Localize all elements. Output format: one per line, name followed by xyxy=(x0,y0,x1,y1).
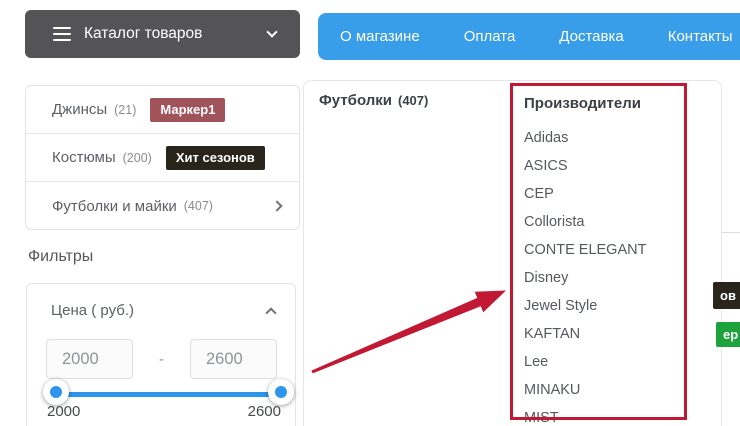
category-row-suits[interactable]: Костюмы (200) Хит сезонов xyxy=(26,134,299,182)
chevron-right-icon xyxy=(271,200,282,211)
season-hit-badge: Хит сезонов xyxy=(166,146,265,170)
price-range-separator: - xyxy=(133,351,190,368)
manufacturers-filter: Производители Adidas ASICS CEP Collorist… xyxy=(524,95,682,426)
slider-min-label: 2000 xyxy=(47,403,80,420)
collapse-chevron-up-icon[interactable] xyxy=(265,307,276,318)
manufacturer-item-minaku[interactable]: MINAKU xyxy=(524,376,682,404)
manufacturer-item-jewel-style[interactable]: Jewel Style xyxy=(524,292,682,320)
category-row-tshirts[interactable]: Футболки и майки (407) xyxy=(26,182,299,230)
slider-max-label: 2600 xyxy=(248,403,281,420)
category-list: Джинсы (21) Маркер1 Костюмы (200) Хит се… xyxy=(25,85,300,230)
cutoff-green-badge: ер xyxy=(716,322,740,347)
manufacturer-item-asics[interactable]: ASICS xyxy=(524,152,682,180)
price-slider-handle-max[interactable] xyxy=(268,379,294,405)
nav-link-about[interactable]: О магазине xyxy=(340,28,420,45)
category-name: Футболки и майки xyxy=(52,198,177,215)
top-navigation: О магазине Оплата Доставка Контакты xyxy=(318,13,740,60)
manufacturers-title: Производители xyxy=(524,95,682,112)
category-name: Костюмы xyxy=(52,149,116,166)
manufacturer-item-kaftan[interactable]: KAFTAN xyxy=(524,320,682,348)
manufacturer-item-mist[interactable]: MIST xyxy=(524,404,682,426)
price-slider-track[interactable] xyxy=(56,392,281,397)
right-section-divider xyxy=(722,232,740,233)
chevron-down-icon xyxy=(266,26,277,37)
hamburger-icon xyxy=(53,27,71,42)
cutoff-dark-badge: ов xyxy=(713,282,740,309)
manufacturer-item-conte-elegant[interactable]: CONTE ELEGANT xyxy=(524,236,682,264)
catalog-dropdown-button[interactable]: Каталог товаров xyxy=(25,10,300,58)
category-count: (200) xyxy=(123,151,152,165)
price-filter-panel: Цена ( руб.) - 2000 2600 xyxy=(26,283,296,426)
manufacturer-item-cep[interactable]: CEP xyxy=(524,180,682,208)
price-slider-handle-min[interactable] xyxy=(43,379,69,405)
manufacturer-item-lee[interactable]: Lee xyxy=(524,348,682,376)
catalog-button-label: Каталог товаров xyxy=(84,25,202,43)
manufacturer-item-adidas[interactable]: Adidas xyxy=(524,124,682,152)
marker-badge: Маркер1 xyxy=(150,98,225,122)
price-max-input[interactable] xyxy=(190,339,277,379)
nav-link-payment[interactable]: Оплата xyxy=(464,28,516,45)
category-count: (21) xyxy=(114,103,136,117)
category-row-jeans[interactable]: Джинсы (21) Маркер1 xyxy=(26,86,299,134)
category-count: (407) xyxy=(184,199,213,213)
products-heading: Футболки (407) xyxy=(319,92,428,109)
products-heading-count: (407) xyxy=(398,93,428,108)
products-heading-text: Футболки xyxy=(319,92,392,109)
filters-heading: Фильтры xyxy=(28,248,93,266)
manufacturer-item-collorista[interactable]: Collorista xyxy=(524,208,682,236)
price-filter-label: Цена ( руб.) xyxy=(51,302,134,319)
catalog-page: Каталог товаров О магазине Оплата Достав… xyxy=(0,0,740,426)
price-min-input[interactable] xyxy=(46,339,133,379)
nav-link-delivery[interactable]: Доставка xyxy=(559,28,623,45)
nav-link-contacts[interactable]: Контакты xyxy=(668,28,733,45)
category-name: Джинсы xyxy=(52,101,107,118)
manufacturer-item-disney[interactable]: Disney xyxy=(524,264,682,292)
